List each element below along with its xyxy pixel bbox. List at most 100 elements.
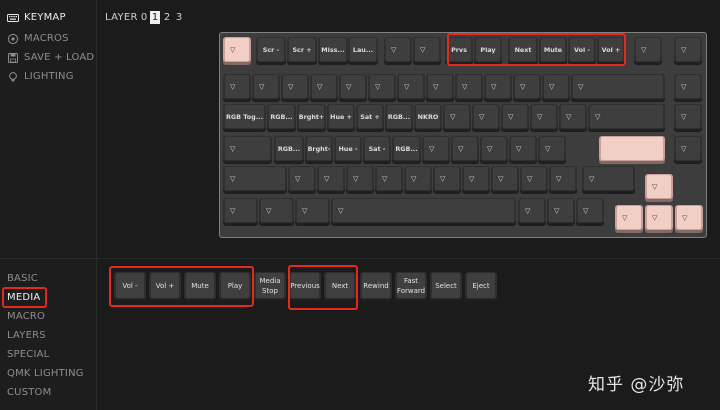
key[interactable]: ▽ bbox=[675, 205, 703, 233]
key[interactable]: ▽ bbox=[509, 136, 537, 164]
nav-item-macros[interactable]: MACROS bbox=[7, 30, 69, 47]
key[interactable]: ▽ bbox=[346, 166, 374, 194]
layer-1-button[interactable]: 1 bbox=[150, 11, 160, 24]
key[interactable]: ▽ bbox=[480, 136, 508, 164]
key[interactable]: Next bbox=[508, 37, 538, 65]
key[interactable]: Lau... bbox=[348, 37, 378, 65]
media-key-media-stop[interactable]: Media Stop bbox=[254, 272, 286, 302]
key[interactable]: ▽ bbox=[375, 166, 403, 194]
key[interactable]: ▽ bbox=[426, 74, 454, 102]
media-key-eject[interactable]: Eject bbox=[465, 272, 497, 302]
category-qmk-lighting[interactable]: QMK LIGHTING bbox=[7, 368, 84, 379]
key[interactable]: ▽ bbox=[288, 166, 316, 194]
key[interactable]: ▽ bbox=[443, 104, 471, 132]
key[interactable]: Scr - bbox=[256, 37, 286, 65]
nav-item-save-load[interactable]: SAVE + LOAD bbox=[7, 49, 94, 66]
key[interactable]: ▽ bbox=[223, 166, 287, 194]
key[interactable]: RGB... bbox=[392, 136, 421, 164]
category-layers[interactable]: LAYERS bbox=[7, 330, 46, 341]
key[interactable]: ▽ bbox=[674, 136, 702, 164]
media-key-mute[interactable]: Mute bbox=[184, 272, 216, 302]
media-key-vol-up[interactable]: Vol + bbox=[149, 272, 181, 302]
category-macro[interactable]: MACRO bbox=[7, 311, 45, 322]
key[interactable] bbox=[599, 136, 665, 164]
key[interactable]: ▽ bbox=[339, 74, 367, 102]
key[interactable]: Brght- bbox=[305, 136, 333, 164]
media-key-next[interactable]: Next bbox=[324, 272, 356, 302]
key[interactable]: RGB... bbox=[267, 104, 296, 132]
media-key-play[interactable]: Play bbox=[219, 272, 251, 302]
key[interactable]: Vol - bbox=[568, 37, 596, 65]
media-key-previous[interactable]: Previous bbox=[289, 272, 321, 302]
category-media[interactable]: MEDIA bbox=[7, 292, 40, 303]
key[interactable]: ▽ bbox=[295, 198, 330, 226]
key[interactable]: Prvs bbox=[445, 37, 473, 65]
key[interactable]: ▽ bbox=[576, 198, 604, 226]
key[interactable]: ▽ bbox=[501, 104, 529, 132]
media-key-vol-down[interactable]: Vol - bbox=[114, 272, 146, 302]
layer-2-button[interactable]: 2 bbox=[162, 11, 172, 24]
key[interactable]: ▽ bbox=[645, 174, 673, 202]
key[interactable]: ▽ bbox=[451, 136, 479, 164]
key[interactable]: Scr + bbox=[287, 37, 317, 65]
key[interactable]: ▽ bbox=[455, 74, 483, 102]
key[interactable]: ▽ bbox=[317, 166, 345, 194]
key[interactable]: Sat - bbox=[363, 136, 391, 164]
key[interactable]: ▽ bbox=[384, 37, 412, 65]
key[interactable]: ▽ bbox=[472, 104, 500, 132]
key[interactable]: ▽ bbox=[530, 104, 558, 132]
media-key-select[interactable]: Select bbox=[430, 272, 462, 302]
key[interactable]: Hue - bbox=[334, 136, 362, 164]
key[interactable]: ▽ bbox=[433, 166, 461, 194]
key[interactable]: Miss... bbox=[318, 37, 348, 65]
key[interactable]: Mute bbox=[539, 37, 567, 65]
key[interactable]: ▽ bbox=[223, 198, 258, 226]
key[interactable]: ▽ bbox=[518, 198, 546, 226]
key[interactable]: ▽ bbox=[368, 74, 396, 102]
key[interactable]: ▽ bbox=[542, 74, 570, 102]
key[interactable]: ▽ bbox=[422, 136, 450, 164]
key[interactable]: Brght+ bbox=[297, 104, 326, 132]
key[interactable]: ▽ bbox=[281, 74, 309, 102]
category-basic[interactable]: BASIC bbox=[7, 273, 38, 284]
key[interactable]: ▽ bbox=[413, 37, 441, 65]
layer-0-button[interactable]: 0 bbox=[139, 11, 149, 24]
key[interactable]: ▽ bbox=[513, 74, 541, 102]
key[interactable]: ▽ bbox=[520, 166, 548, 194]
key[interactable]: ▽ bbox=[571, 74, 665, 102]
nav-item-keymap[interactable]: KEYMAP bbox=[7, 9, 66, 26]
key[interactable]: ▽ bbox=[252, 74, 280, 102]
key[interactable]: ▽ bbox=[538, 136, 566, 164]
key[interactable]: ▽ bbox=[674, 74, 702, 102]
key[interactable]: RGB... bbox=[274, 136, 304, 164]
key[interactable]: ▽ bbox=[223, 37, 251, 65]
key[interactable]: ▽ bbox=[310, 74, 338, 102]
key[interactable]: RGB... bbox=[385, 104, 413, 132]
key[interactable]: Play bbox=[474, 37, 502, 65]
key[interactable]: ▽ bbox=[259, 198, 294, 226]
key[interactable]: ▽ bbox=[549, 166, 577, 194]
key[interactable]: ▽ bbox=[588, 104, 665, 132]
key[interactable]: Vol + bbox=[597, 37, 625, 65]
key[interactable]: ▽ bbox=[645, 205, 673, 233]
key[interactable]: ▽ bbox=[484, 74, 512, 102]
key[interactable]: RGB Tog... bbox=[223, 104, 266, 132]
media-key-fast-forward[interactable]: Fast Forward bbox=[395, 272, 427, 302]
key[interactable]: ▽ bbox=[615, 205, 643, 233]
space-key[interactable]: ▽ bbox=[331, 198, 516, 226]
key[interactable]: ▽ bbox=[462, 166, 490, 194]
category-custom[interactable]: CUSTOM bbox=[7, 387, 51, 398]
key[interactable]: ▽ bbox=[674, 104, 702, 132]
key[interactable]: Hue + bbox=[327, 104, 355, 132]
category-special[interactable]: SPECIAL bbox=[7, 349, 49, 360]
key[interactable]: ▽ bbox=[582, 166, 635, 194]
key[interactable]: ▽ bbox=[397, 74, 425, 102]
key[interactable]: ▽ bbox=[547, 198, 575, 226]
media-key-rewind[interactable]: Rewind bbox=[360, 272, 392, 302]
key[interactable]: ▽ bbox=[223, 74, 251, 102]
nav-item-lighting[interactable]: LIGHTING bbox=[7, 68, 74, 85]
layer-3-button[interactable]: 3 bbox=[174, 11, 184, 24]
key[interactable]: ▽ bbox=[674, 37, 702, 65]
key[interactable]: Sat + bbox=[356, 104, 384, 132]
key[interactable]: ▽ bbox=[404, 166, 432, 194]
